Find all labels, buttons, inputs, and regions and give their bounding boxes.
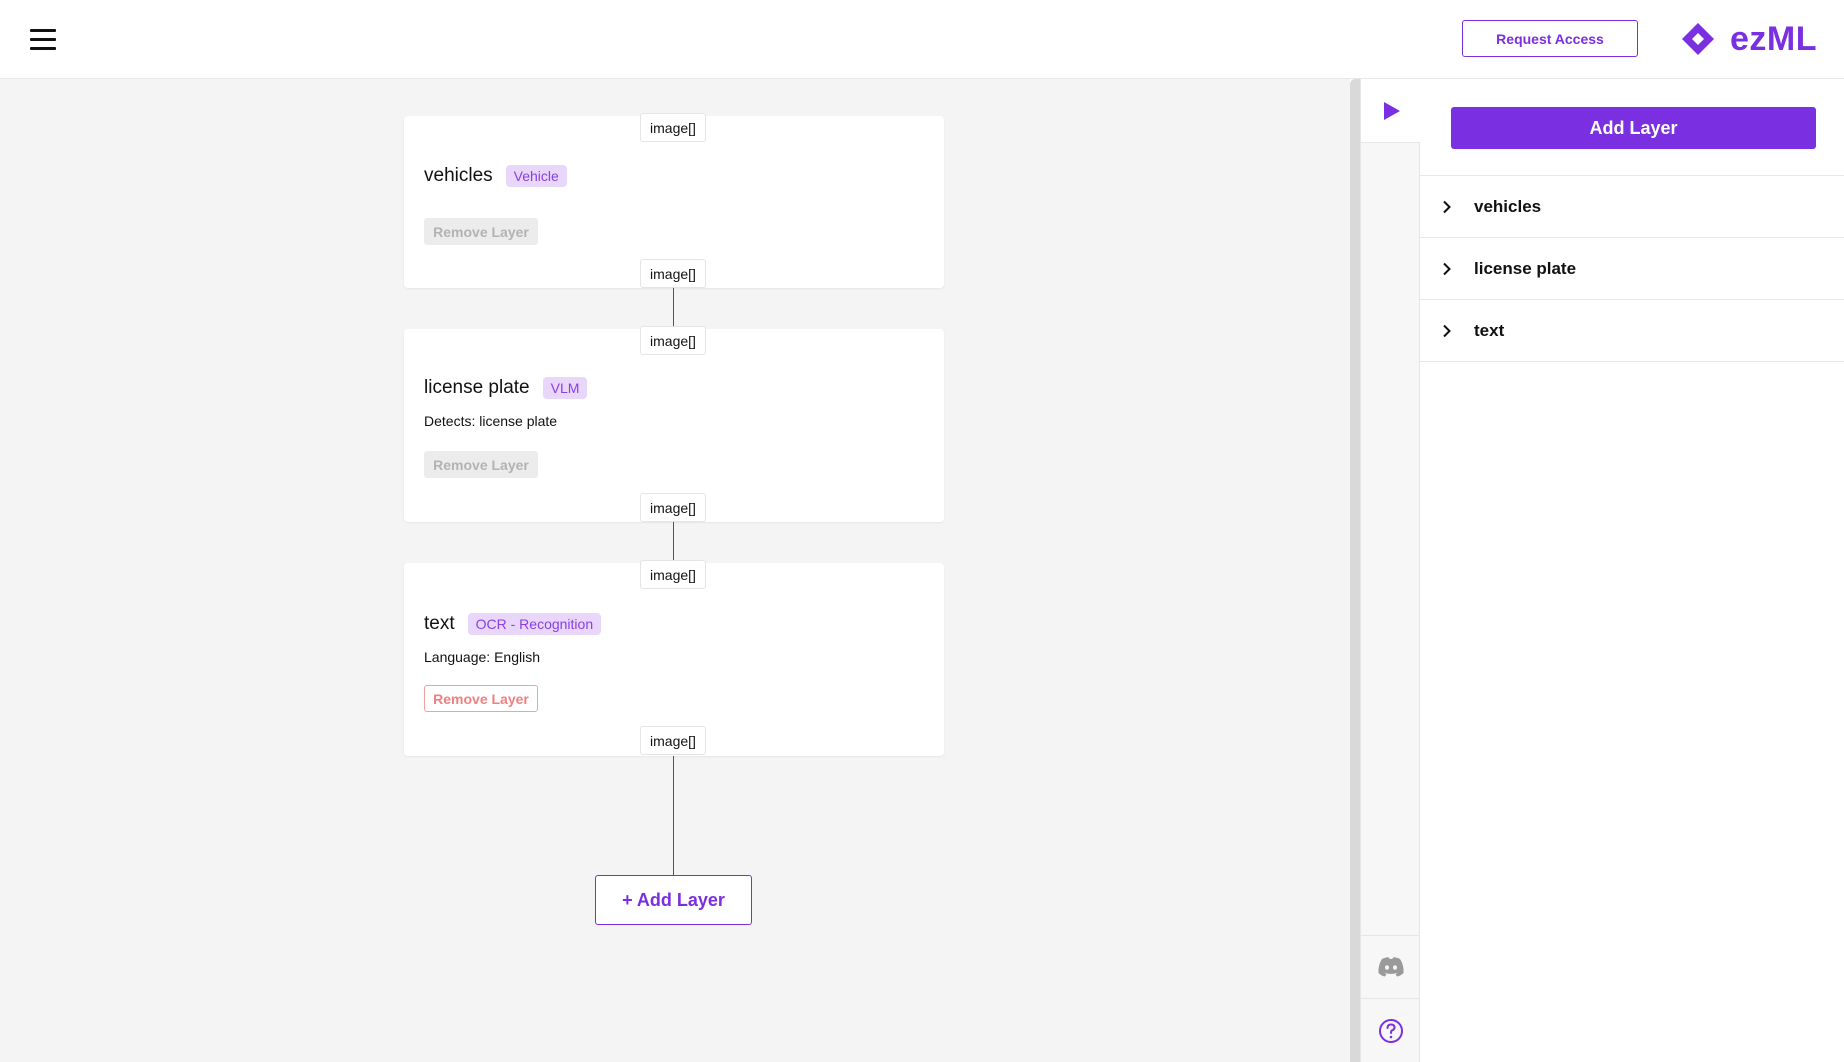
input-port[interactable]: image[] — [640, 113, 706, 142]
layer-list-item-license-plate[interactable]: license plate — [1420, 238, 1844, 300]
discord-button[interactable] — [1361, 935, 1420, 998]
add-layer-button[interactable]: Add Layer — [1451, 107, 1816, 149]
layer-list-item-label: vehicles — [1474, 196, 1542, 216]
help-icon — [1378, 1018, 1403, 1043]
diamond-logo-icon — [1682, 23, 1714, 55]
top-header: Request Access ezML — [0, 0, 1844, 79]
discord-icon — [1377, 957, 1404, 977]
request-access-button[interactable]: Request Access — [1462, 20, 1638, 57]
layer-list-item-label: text — [1474, 320, 1505, 340]
pipeline-canvas: vehicles Vehicle Remove Layer image[] im… — [0, 79, 1350, 1062]
logo-text: ezML — [1730, 19, 1817, 58]
layer-list-item-vehicles[interactable]: vehicles — [1420, 176, 1844, 238]
chevron-right-icon — [1443, 324, 1451, 337]
output-port[interactable]: image[] — [640, 493, 706, 522]
chevron-right-icon — [1443, 200, 1451, 213]
play-icon — [1383, 101, 1400, 120]
logo[interactable]: ezML — [1680, 19, 1817, 59]
layer-list-item-label: license plate — [1474, 258, 1577, 278]
layer-type-badge: VLM — [542, 377, 588, 399]
output-port[interactable]: image[] — [640, 259, 706, 288]
layer-list: vehicles license plate text — [1420, 175, 1844, 362]
panel-divider-scrollbar[interactable] — [1350, 79, 1360, 1062]
remove-layer-button[interactable]: Remove Layer — [424, 685, 538, 712]
layer-detail: Language: English — [424, 649, 540, 665]
layer-name: vehicles — [424, 165, 493, 186]
help-button[interactable] — [1361, 998, 1420, 1062]
layer-type-badge: Vehicle — [505, 165, 567, 187]
layer-detail: Detects: license plate — [424, 413, 558, 429]
layer-name: text — [424, 613, 455, 634]
remove-layer-button[interactable]: Remove Layer — [424, 451, 538, 478]
layer-list-item-text[interactable]: text — [1420, 300, 1844, 362]
tool-icon-column — [1360, 79, 1420, 1062]
remove-layer-button[interactable]: Remove Layer — [424, 218, 538, 245]
layer-type-badge: OCR - Recognition — [467, 613, 602, 635]
input-port[interactable]: image[] — [640, 326, 706, 355]
add-layer-canvas-button[interactable]: + Add Layer — [595, 875, 752, 925]
layers-panel: Add Layer vehicles license plate text — [1420, 79, 1844, 1062]
chevron-right-icon — [1443, 262, 1451, 275]
connector-line — [673, 756, 674, 876]
run-button[interactable] — [1361, 79, 1420, 143]
input-port[interactable]: image[] — [640, 560, 706, 589]
layer-name: license plate — [424, 377, 530, 398]
hamburger-menu-icon[interactable] — [30, 28, 56, 50]
output-port[interactable]: image[] — [640, 726, 706, 755]
